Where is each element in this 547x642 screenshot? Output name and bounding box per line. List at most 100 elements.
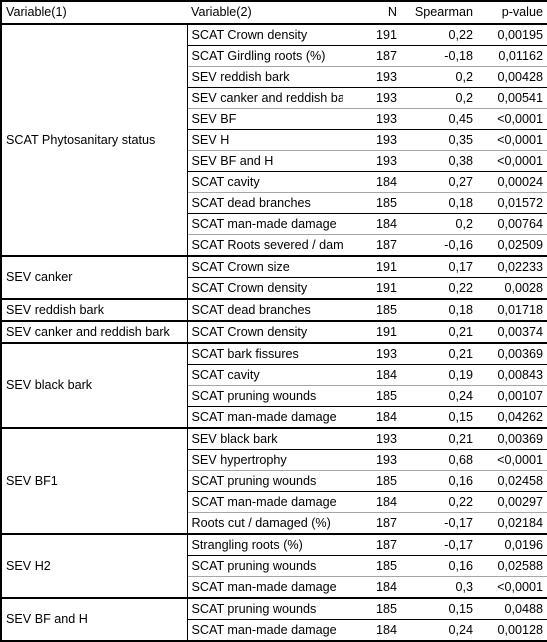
table-row: SEV canker and reddish bark SCAT Crown de…: [1, 321, 547, 344]
cell-n: 191: [343, 321, 401, 344]
column-header-n: N: [343, 0, 401, 25]
cell-variable1: SEV H2: [1, 534, 188, 599]
cell-n: 187: [343, 234, 401, 257]
cell-pvalue: 0,04262: [477, 406, 547, 429]
column-header-pvalue: p-value: [477, 0, 547, 25]
cell-n: 185: [343, 192, 401, 214]
cell-pvalue: 0,00374: [477, 321, 547, 344]
cell-variable1: SEV black bark: [1, 343, 188, 429]
cell-variable2: SEV black bark: [187, 428, 343, 450]
cell-spearman: 0,2: [401, 213, 477, 235]
cell-spearman: 0,18: [401, 192, 477, 214]
cell-n: 187: [343, 45, 401, 67]
cell-spearman: 0,15: [401, 598, 477, 620]
cell-pvalue: 0,0196: [477, 534, 547, 556]
cell-variable2: Roots cut / damaged (%): [187, 512, 343, 535]
cell-spearman: -0,18: [401, 45, 477, 67]
cell-variable2: SCAT Crown density: [187, 277, 343, 300]
cell-spearman: 0,3: [401, 576, 477, 599]
cell-variable2: SCAT Girdling roots (%): [187, 45, 343, 67]
cell-pvalue: 0,0488: [477, 598, 547, 620]
cell-n: 185: [343, 299, 401, 322]
cell-n: 185: [343, 555, 401, 577]
cell-spearman: 0,21: [401, 321, 477, 344]
cell-variable1: SCAT Phytosanitary status: [1, 24, 188, 257]
cell-n: 193: [343, 150, 401, 172]
cell-spearman: 0,17: [401, 256, 477, 278]
cell-n: 187: [343, 512, 401, 535]
correlation-table: Variable(1) Variable(2) N Spearman p-val…: [0, 0, 547, 642]
cell-spearman: -0,17: [401, 534, 477, 556]
cell-pvalue: 0,00369: [477, 343, 547, 365]
cell-variable2: SCAT man-made damage: [187, 213, 343, 235]
cell-n: 193: [343, 129, 401, 151]
cell-pvalue: 0,01718: [477, 299, 547, 322]
cell-spearman: 0,16: [401, 470, 477, 492]
cell-spearman: -0,16: [401, 234, 477, 257]
cell-pvalue: 0,00764: [477, 213, 547, 235]
cell-variable1: SEV canker and reddish bark: [1, 321, 188, 344]
cell-n: 193: [343, 449, 401, 471]
cell-n: 184: [343, 213, 401, 235]
table-row: SCAT Phytosanitary status SCAT Crown dens…: [1, 24, 547, 257]
cell-variable2: SCAT bark fissures: [187, 343, 343, 365]
table-row: SEV canker SCAT Crown size 191 0,17 0,02233: [1, 256, 547, 300]
cell-pvalue: 0,00541: [477, 87, 547, 109]
cell-pvalue: 0,02184: [477, 512, 547, 535]
cell-spearman: 0,16: [401, 555, 477, 577]
cell-variable2: SCAT man-made damage: [187, 619, 343, 642]
cell-n: 185: [343, 598, 401, 620]
cell-spearman: 0,24: [401, 619, 477, 642]
cell-pvalue: 0,00024: [477, 171, 547, 193]
cell-variable2: SCAT man-made damage: [187, 491, 343, 513]
cell-spearman: 0,18: [401, 299, 477, 322]
cell-variable2: SCAT pruning wounds: [187, 555, 343, 577]
cell-spearman: 0,38: [401, 150, 477, 172]
cell-spearman: 0,21: [401, 428, 477, 450]
cell-n: 184: [343, 364, 401, 386]
cell-n: 184: [343, 406, 401, 429]
cell-n: 187: [343, 534, 401, 556]
cell-variable2: SCAT dead branches: [187, 299, 343, 322]
cell-variable2: SEV BF and H: [187, 150, 343, 172]
cell-pvalue: 0,0028: [477, 277, 547, 300]
cell-pvalue: 0,01572: [477, 192, 547, 214]
cell-variable2: SCAT dead branches: [187, 192, 343, 214]
cell-pvalue: 0,02458: [477, 470, 547, 492]
cell-spearman: 0,15: [401, 406, 477, 429]
cell-n: 193: [343, 428, 401, 450]
cell-pvalue: <0,0001: [477, 449, 547, 471]
cell-pvalue: 0,00428: [477, 66, 547, 88]
cell-n: 184: [343, 576, 401, 599]
cell-n: 184: [343, 619, 401, 642]
cell-variable2: SCAT man-made damage: [187, 406, 343, 429]
table-header: Variable(1) Variable(2) N Spearman p-val…: [1, 0, 547, 25]
cell-pvalue: 0,00128: [477, 619, 547, 642]
cell-spearman: 0,24: [401, 385, 477, 407]
cell-n: 185: [343, 470, 401, 492]
cell-variable2: SEV BF: [187, 108, 343, 130]
cell-variable1: SEV BF1: [1, 428, 188, 535]
column-header-variable1: Variable(1): [1, 0, 187, 25]
cell-variable1: SEV canker: [1, 256, 188, 300]
cell-pvalue: 0,00843: [477, 364, 547, 386]
cell-n: 184: [343, 171, 401, 193]
table-body: SCAT Phytosanitary status SCAT Crown dens…: [1, 24, 547, 642]
table-row: SEV black bark SCAT bark fissures 193 0,21 0…: [1, 343, 547, 429]
cell-n: 191: [343, 277, 401, 300]
cell-pvalue: 0,00195: [477, 24, 547, 46]
cell-spearman: -0,17: [401, 512, 477, 535]
cell-spearman: 0,22: [401, 491, 477, 513]
cell-n: 185: [343, 385, 401, 407]
cell-variable2: SEV hypertrophy: [187, 449, 343, 471]
cell-spearman: 0,21: [401, 343, 477, 365]
cell-pvalue: <0,0001: [477, 150, 547, 172]
cell-pvalue: 0,02588: [477, 555, 547, 577]
cell-pvalue: <0,0001: [477, 576, 547, 599]
table-header-row: Variable(1) Variable(2) N Spearman p-val…: [1, 0, 547, 25]
cell-variable2: SCAT Crown size: [187, 256, 343, 278]
cell-pvalue: <0,0001: [477, 129, 547, 151]
cell-spearman: 0,27: [401, 171, 477, 193]
cell-variable2: SCAT Crown density: [187, 24, 343, 46]
cell-variable2: SEV H: [187, 129, 343, 151]
